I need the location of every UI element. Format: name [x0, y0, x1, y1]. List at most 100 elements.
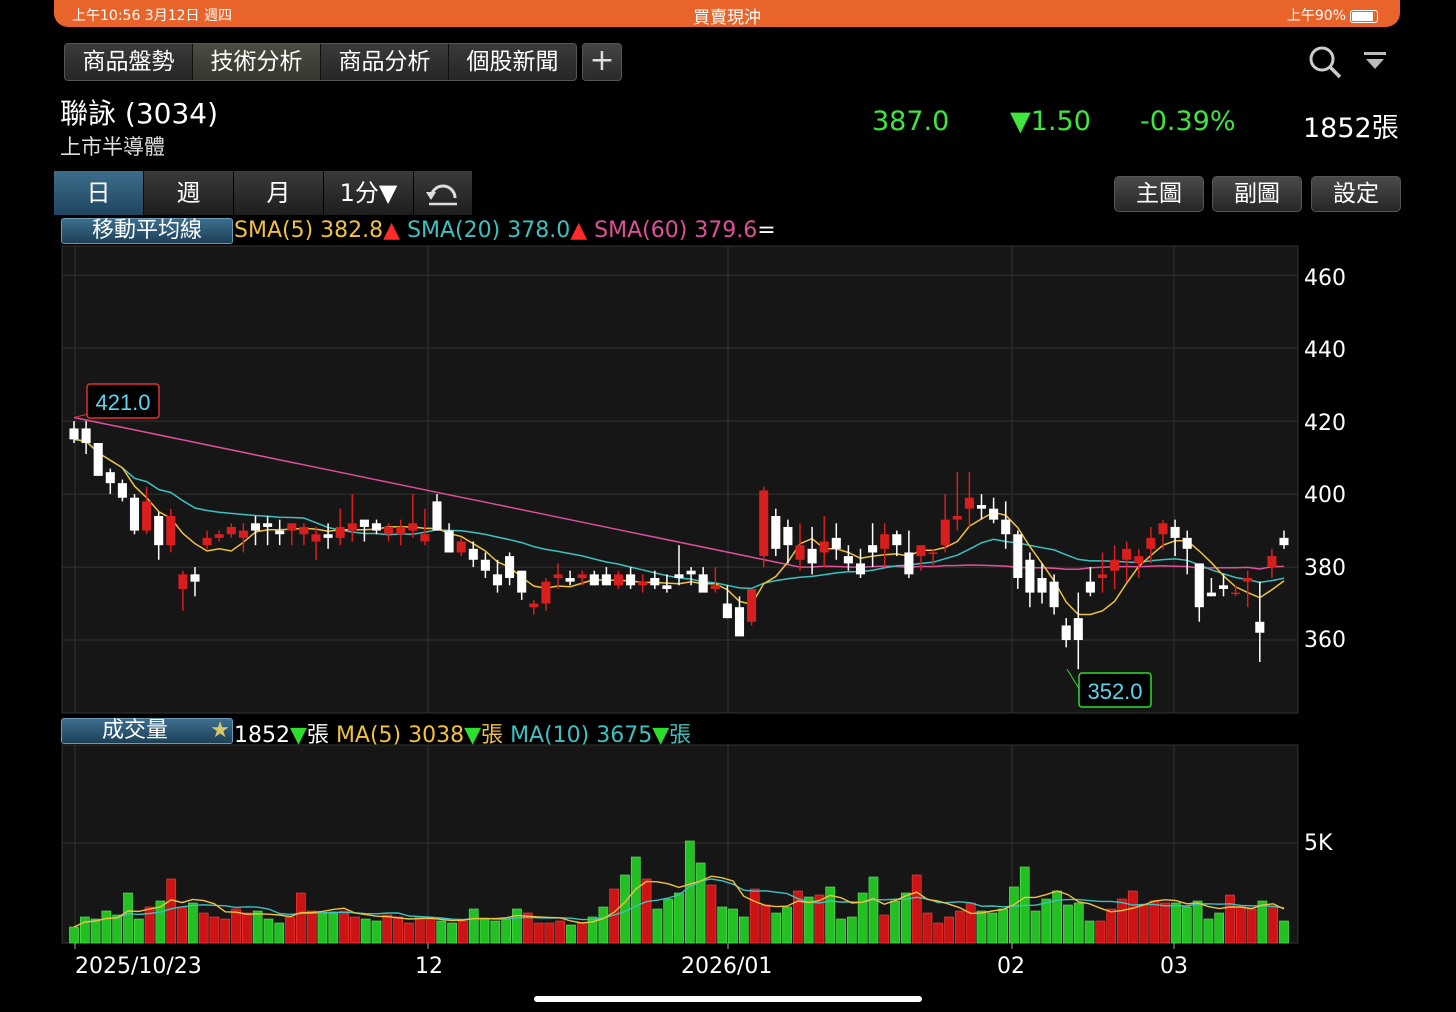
volume-bar — [501, 918, 511, 944]
volume-bar — [382, 914, 393, 944]
candle — [214, 530, 224, 542]
candle — [783, 519, 793, 564]
candle — [940, 494, 950, 553]
candle — [1134, 548, 1144, 579]
candle — [541, 578, 551, 611]
volume-box-label: 成交量 — [102, 718, 169, 743]
candle — [105, 468, 115, 495]
x-tick-label: 02 — [997, 954, 1025, 979]
candle — [1158, 519, 1168, 549]
candle — [1146, 526, 1156, 564]
high-callout-box — [86, 383, 160, 419]
volume-bar — [177, 906, 187, 944]
home-indicator[interactable] — [534, 996, 922, 1002]
candle-body — [1146, 537, 1156, 549]
period-day[interactable]: 日 — [54, 171, 144, 215]
x-tick-label: 03 — [1160, 954, 1188, 979]
volume-bar — [1009, 886, 1019, 944]
candle-body — [384, 526, 394, 535]
volume-bar — [890, 900, 900, 944]
volume-bar — [695, 862, 706, 944]
candle — [1061, 618, 1071, 648]
volume-bar — [1225, 894, 1235, 944]
volume-bar — [793, 890, 803, 944]
volume-bar — [630, 856, 641, 944]
stock-price: 387.0 — [872, 106, 950, 137]
candle-body — [347, 523, 357, 531]
volume-bar — [166, 878, 177, 944]
candle-body — [601, 574, 611, 586]
candle — [190, 567, 200, 597]
candle — [287, 523, 297, 546]
candle-body — [69, 428, 79, 440]
tab-market[interactable]: 商品盤勢 — [65, 44, 193, 80]
volume-bar — [1279, 920, 1289, 944]
volume-bar — [79, 916, 90, 944]
period-week[interactable]: 週 — [144, 171, 234, 215]
status-bar: 上午10:56 3月12日 週四 買賣現沖 上午90% — [54, 0, 1400, 28]
main-chart-button[interactable]: 主圖 — [1114, 176, 1204, 212]
search-icon[interactable] — [1308, 45, 1342, 79]
volume-bar — [242, 912, 252, 944]
candle — [456, 537, 466, 557]
volume-bar — [447, 922, 457, 944]
settings-button[interactable]: 設定 — [1311, 176, 1401, 212]
battery-percent: 上午90% — [1286, 8, 1346, 24]
price-panel — [61, 245, 1299, 714]
tab-analysis[interactable]: 商品分析 — [321, 44, 449, 80]
star-icon[interactable]: ★ — [210, 719, 230, 743]
candle — [771, 508, 781, 557]
candle-body — [795, 545, 805, 560]
volume-bar — [512, 908, 522, 944]
low-callout-box — [1078, 672, 1152, 708]
volume-bar — [479, 918, 490, 944]
candle-body — [1001, 519, 1011, 535]
candle-body — [674, 574, 684, 579]
tab-news[interactable]: 個股新聞 — [449, 44, 576, 80]
candle-body — [202, 537, 212, 546]
candle-body — [1025, 559, 1035, 593]
volume-bar — [1138, 904, 1149, 944]
ma-indicator-box[interactable]: 移動平均線 — [61, 218, 233, 244]
price-chart[interactable]: 421.0 352.0 — [0, 0, 1456, 1012]
candle — [759, 486, 769, 568]
candle-body — [880, 534, 890, 549]
candle-body — [710, 585, 720, 589]
reset-button[interactable] — [414, 171, 473, 215]
period-month[interactable]: 月 — [234, 171, 324, 215]
candle — [880, 523, 890, 568]
volume-bar — [393, 916, 403, 944]
add-button[interactable]: + — [582, 43, 622, 81]
tab-technical[interactable]: 技術分析 — [193, 44, 321, 80]
candle — [263, 515, 273, 546]
filter-icon[interactable] — [1362, 50, 1388, 72]
candle — [468, 541, 478, 568]
candle-body — [928, 552, 938, 554]
candle-body — [263, 523, 273, 527]
volume-bar — [414, 916, 425, 944]
candle-body — [1194, 563, 1204, 608]
volume-indicator-box[interactable]: 成交量 ★ — [61, 718, 233, 744]
candle — [1122, 541, 1132, 582]
candle — [505, 552, 515, 586]
volume-bar — [123, 892, 133, 944]
volume-panel — [61, 744, 1299, 944]
volume-bar — [1095, 920, 1106, 944]
candle-body — [190, 574, 200, 582]
volume-bar — [404, 922, 414, 944]
volume-bar — [998, 908, 1008, 944]
volume-bar — [868, 876, 879, 944]
candle — [989, 497, 999, 524]
volume-bar — [339, 910, 349, 944]
candle-body — [1122, 548, 1132, 560]
candle-body — [154, 515, 164, 546]
candle — [311, 526, 321, 560]
volume-bar — [771, 912, 782, 944]
candle-body — [178, 574, 188, 589]
volume-bar — [879, 914, 890, 944]
sub-chart-button[interactable]: 副圖 — [1212, 176, 1302, 212]
candle-body — [553, 574, 563, 579]
period-minute[interactable]: 1分▼ — [324, 171, 414, 215]
candle — [553, 563, 563, 589]
candle-body — [662, 585, 672, 589]
